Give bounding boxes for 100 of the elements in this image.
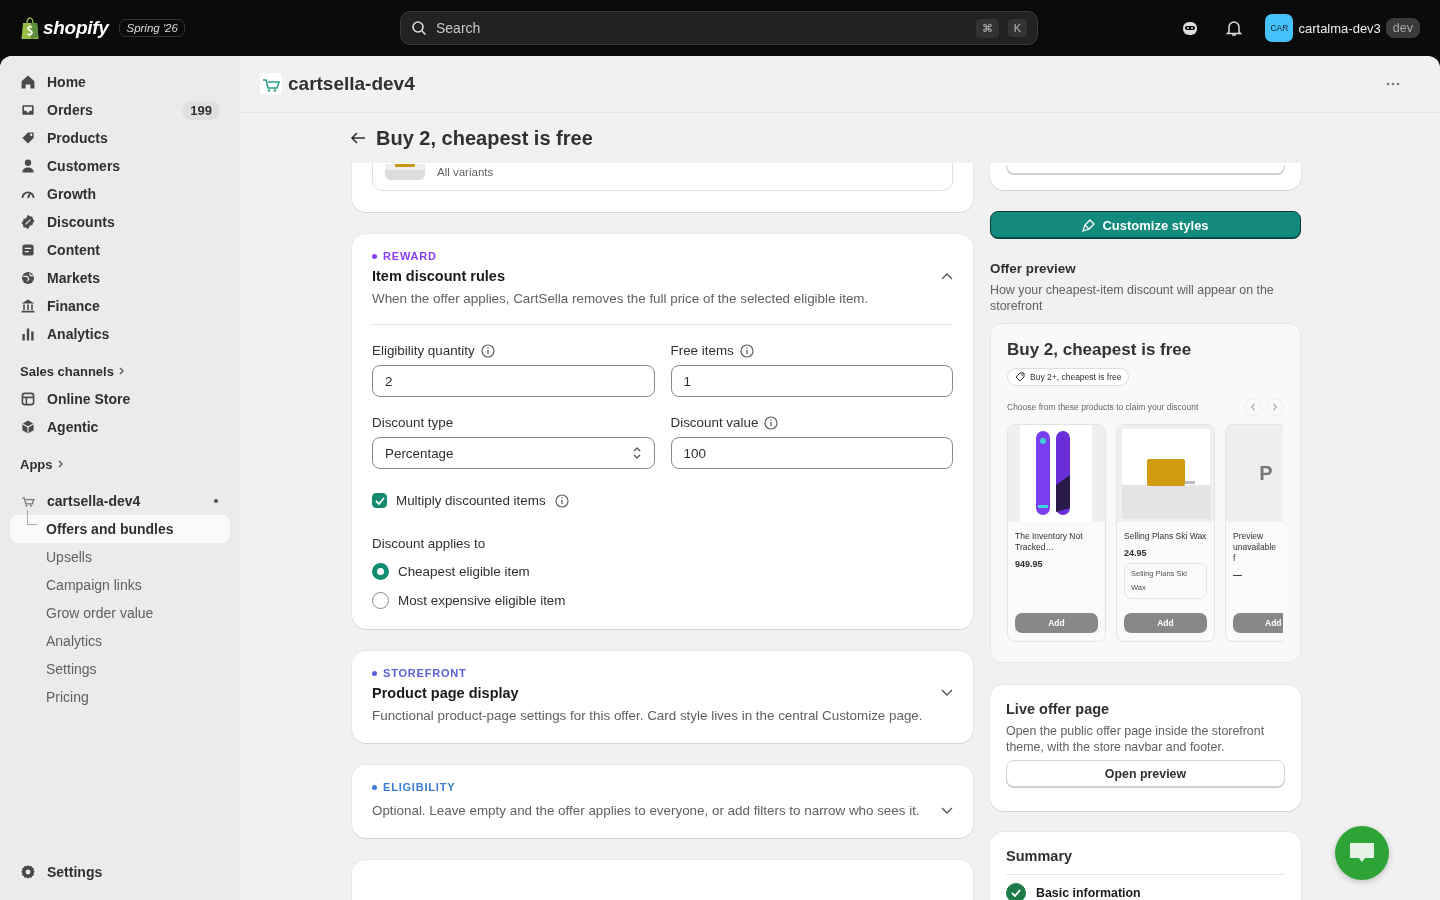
shortcut-key: ⌘ — [975, 18, 999, 38]
back-button[interactable] — [350, 131, 366, 145]
section-description: How your cheapest-item discount will appear on the storefront — [990, 282, 1275, 314]
brush-icon — [1082, 218, 1097, 232]
product-price: 949.95 — [1015, 559, 1044, 569]
chevron-down-icon — [941, 689, 953, 697]
app-name: cartsella-dev4 — [47, 493, 141, 509]
app-item[interactable]: cartsella-dev4 — [10, 487, 230, 515]
chevron-right-icon — [117, 367, 126, 375]
card-description: Open the public offer page inside the storefront theme, with the store navbar and footer. — [1006, 723, 1266, 755]
preview-prompt: Choose from these products to claim your discount — [1007, 402, 1200, 412]
checkbox[interactable] — [372, 493, 387, 508]
nav-item[interactable]: Content — [10, 236, 230, 264]
nav-item[interactable]: Offers and bundles — [10, 515, 230, 543]
radio-button[interactable] — [372, 563, 389, 580]
checkbox-label: Multiply discounted items — [396, 493, 546, 508]
nav-item[interactable]: Growth — [10, 180, 230, 208]
select-chevron-icon — [631, 446, 642, 460]
placeholder-letter: P — [1259, 462, 1273, 485]
shortcut-key: K — [1007, 19, 1027, 37]
nav-item[interactable]: Campaign links — [10, 571, 230, 599]
preview-title: Buy 2, cheapest is free — [1007, 340, 1193, 360]
select-field[interactable]: Percentage — [372, 437, 655, 469]
card-title: Live offer page — [1006, 701, 1111, 717]
field-label: Discount type — [372, 415, 454, 430]
chevron-right-icon — [1272, 403, 1278, 411]
section-tag: STOREFRONT — [383, 667, 467, 679]
search-field[interactable]: Search — [434, 19, 967, 37]
home-icon — [20, 74, 36, 90]
summary-item: Basic information — [1036, 886, 1141, 900]
product-name: Selling Plans Ski Wax — [1124, 531, 1207, 542]
nav-item[interactable]: Markets — [10, 264, 230, 292]
shopping-bag-icon — [20, 16, 40, 40]
section-description: Optional. Leave empty and the offer applies to everyone, or add filters to narrow who sees it. — [372, 803, 920, 818]
nav-item[interactable]: Grow order value — [10, 599, 230, 627]
section-link[interactable]: Sales channels — [10, 357, 230, 385]
info-icon — [739, 343, 754, 358]
page-title: Buy 2, cheapest is free — [376, 126, 593, 150]
nav-item[interactable]: Pricing — [10, 683, 230, 711]
product-price: — — [1233, 570, 1243, 580]
robot-face-icon — [1181, 19, 1200, 37]
discount-icon — [20, 214, 36, 230]
section-title: Product page display — [372, 685, 519, 701]
chevron-down-icon — [941, 806, 953, 815]
nav-item[interactable]: Discounts — [10, 208, 230, 236]
input-field[interactable]: 100 — [670, 437, 953, 469]
add-button[interactable]: Add — [1015, 613, 1098, 633]
customize-button[interactable]: Customize styles — [990, 211, 1301, 239]
nav-item[interactable]: Analytics — [10, 627, 230, 655]
count-badge: 199 — [182, 100, 220, 120]
globe-icon — [20, 270, 36, 286]
back-arrow-icon — [350, 131, 366, 145]
nav-item[interactable]: Finance — [10, 292, 230, 320]
nav-item[interactable]: Settings — [10, 655, 230, 683]
field-label: Free items — [670, 343, 734, 358]
store-icon — [20, 391, 36, 407]
nav-item[interactable]: Home — [10, 68, 230, 96]
nav-item[interactable]: Orders 199 — [10, 96, 230, 124]
field-label: Discount value — [670, 415, 759, 430]
nav-item[interactable]: Agentic — [10, 413, 230, 441]
open-preview-button[interactable]: Open preview — [1006, 760, 1285, 787]
info-icon — [764, 415, 779, 430]
nav-item[interactable]: Analytics — [10, 320, 230, 348]
store-avatar[interactable]: CAR — [1265, 14, 1294, 42]
search-bar[interactable]: Search ⌘ K — [400, 11, 1038, 45]
collapse-toggle[interactable] — [941, 689, 953, 697]
add-button[interactable]: Add — [1233, 613, 1283, 633]
app-logo-icon — [260, 73, 282, 95]
field-label: Eligibility quantity — [372, 343, 475, 358]
radio-label: Most expensive eligible item — [398, 593, 566, 608]
bell-icon — [1225, 19, 1244, 37]
nav-item[interactable]: Products — [10, 124, 230, 152]
bar-chart-icon — [20, 326, 36, 342]
input-field[interactable]: 1 — [670, 365, 953, 397]
cube-icon — [20, 419, 36, 435]
nav-item[interactable]: Settings — [10, 858, 230, 886]
input-field[interactable]: 2 — [372, 365, 655, 397]
section-description: When the offer applies, CartSella removes the full price of the selected eligible item. — [372, 291, 870, 306]
nav-item[interactable]: Customers — [10, 152, 230, 180]
collapse-toggle[interactable] — [941, 272, 953, 280]
more-icon — [1386, 82, 1400, 86]
brand-name: shopify — [43, 17, 109, 39]
inbox-icon — [20, 102, 36, 118]
add-button[interactable]: Add — [1124, 613, 1207, 633]
nav-item[interactable]: Upsells — [10, 543, 230, 571]
store-name[interactable]: cartalma-dev3 — [1298, 20, 1381, 36]
chevron-right-icon — [56, 460, 65, 468]
info-icon — [480, 343, 495, 358]
tag-icon — [1015, 372, 1025, 382]
nav-item[interactable]: Online Store — [10, 385, 230, 413]
section-link[interactable]: Apps — [10, 450, 230, 478]
product-name: Preview unavailable f — [1233, 531, 1277, 564]
edition-badge: Spring '26 — [119, 19, 185, 37]
product-price: 24.95 — [1124, 548, 1148, 558]
chevron-up-icon — [941, 272, 953, 280]
document-icon — [20, 242, 36, 258]
store-badge: dev — [1385, 18, 1420, 38]
radio-label: Cheapest eligible item — [398, 564, 530, 579]
collapse-toggle[interactable] — [941, 806, 953, 815]
bank-icon — [20, 298, 36, 314]
